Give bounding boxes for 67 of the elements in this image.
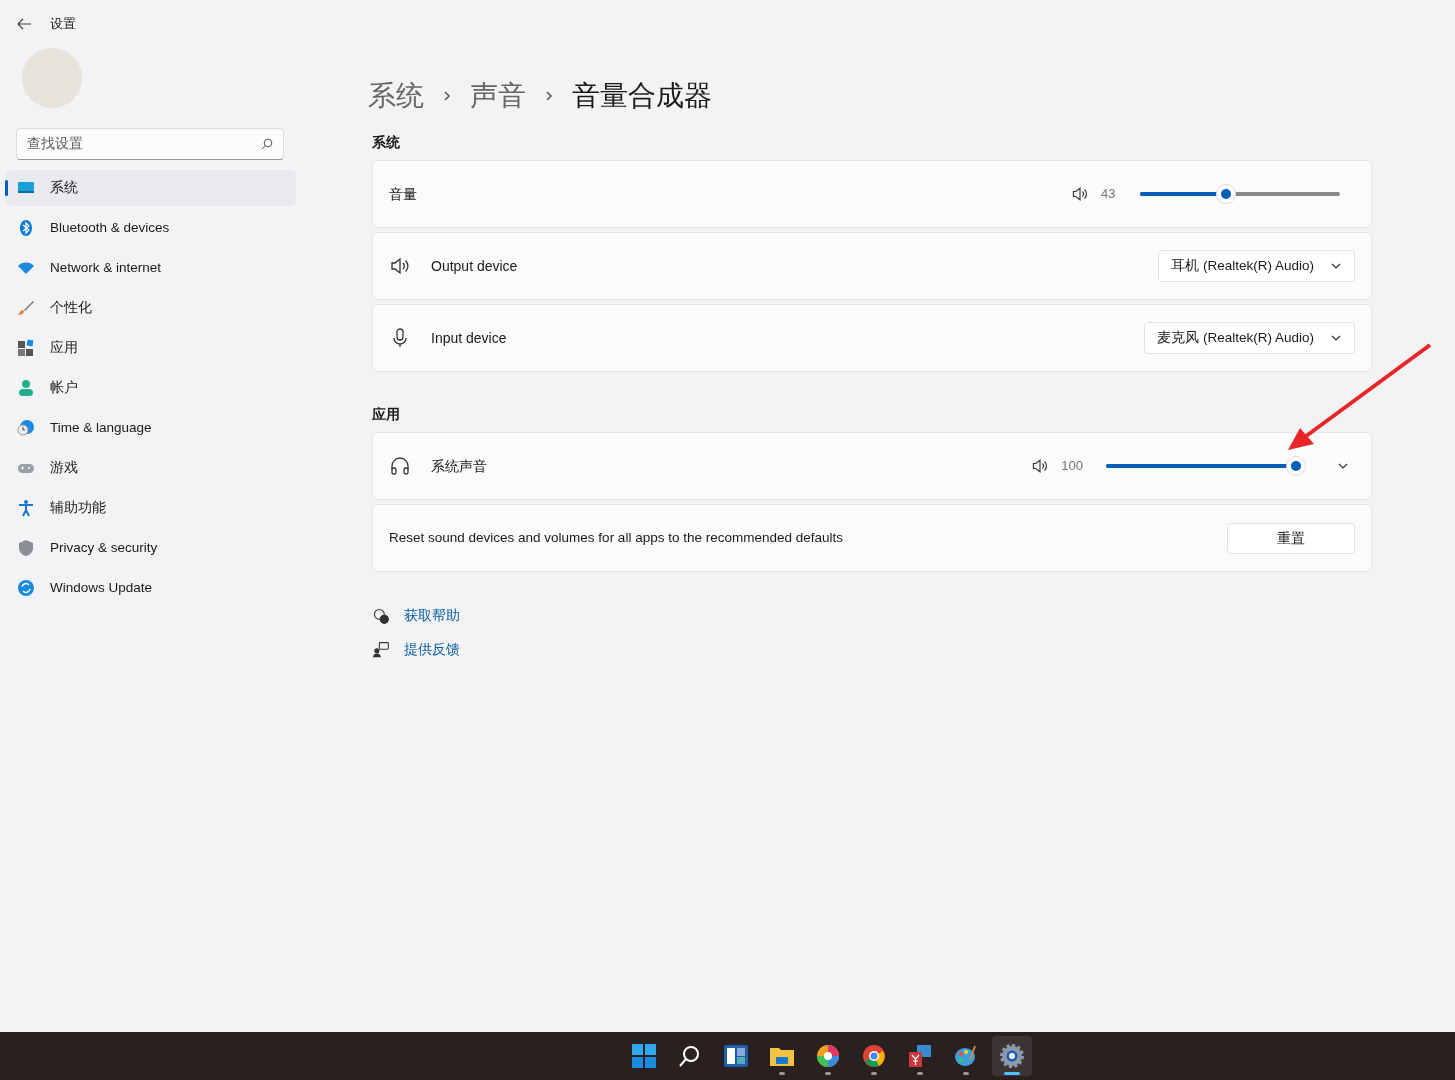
selection-indicator [5, 180, 8, 196]
speaker-icon[interactable] [1071, 185, 1089, 203]
section-heading: 应用 [372, 405, 401, 424]
volume-reading: 43 [1101, 185, 1117, 204]
app-name: 系统声音 [431, 456, 487, 476]
sidebar-item[interactable]: 系统 [5, 170, 296, 206]
headphones-icon [389, 455, 411, 477]
device-dropdown[interactable]: 麦克风 (Realtek(R) Audio) [1144, 322, 1355, 354]
help-link[interactable]: 提供反馈 [404, 640, 460, 661]
running-indicator [962, 1072, 969, 1075]
accessibility-icon [17, 499, 35, 517]
chevron-right-icon [442, 90, 452, 102]
running-indicator [1003, 1072, 1020, 1075]
settings-icon [998, 1043, 1025, 1069]
sidebar-item[interactable]: 游戏 [5, 450, 296, 486]
taskbar-button[interactable] [991, 1036, 1032, 1076]
running-indicator [916, 1072, 923, 1075]
sidebar-item[interactable]: 个性化 [5, 290, 296, 326]
shield-icon [17, 539, 35, 557]
running-indicator [824, 1072, 831, 1075]
currency-app-icon [906, 1043, 933, 1069]
widgets-icon [722, 1043, 749, 1069]
sidebar-item[interactable]: Bluetooth & devices [5, 210, 296, 246]
avatar [22, 48, 82, 108]
bluetooth-icon [17, 219, 35, 237]
reset-description: Reset sound devices and volumes for all apps to the recommended defaults [389, 528, 843, 547]
section-heading: 系统 [372, 133, 401, 152]
apps-icon [17, 339, 35, 357]
window-title: 设置 [50, 15, 76, 33]
sidebar-item[interactable]: Windows Update [5, 570, 296, 606]
row-label: Input device [431, 328, 507, 348]
running-indicator [870, 1072, 877, 1075]
feedback-icon [372, 641, 390, 660]
row-label: Output device [431, 256, 518, 276]
chevron-right-icon [544, 90, 554, 102]
help-link[interactable]: 获取帮助 [404, 606, 460, 627]
sidebar-item[interactable]: 辅助功能 [5, 490, 296, 526]
update-icon [17, 579, 35, 597]
sidebar-item[interactable]: Network & internet [5, 250, 296, 286]
person-icon [17, 379, 35, 397]
windows-logo-icon [630, 1043, 657, 1069]
slider-thumb[interactable] [1286, 456, 1306, 476]
breadcrumb-item[interactable]: 声音 [470, 75, 526, 117]
sidebar-item[interactable]: 帐户 [5, 370, 296, 406]
sidebar-item[interactable]: 应用 [5, 330, 296, 366]
search-field[interactable]: 查找设置 [16, 128, 284, 160]
row-label: 音量 [389, 184, 417, 204]
pinwheel-icon [814, 1043, 841, 1069]
speaker-icon [389, 255, 411, 277]
palette-icon [952, 1043, 979, 1069]
speaker-icon[interactable] [1031, 457, 1050, 475]
search-icon [261, 138, 273, 150]
volume-reading: 100 [1061, 457, 1083, 476]
sidebar-item[interactable]: Privacy & security [5, 530, 296, 566]
help-chat-icon [372, 607, 390, 626]
running-indicator [778, 1072, 785, 1075]
breadcrumb-item[interactable]: 系统 [368, 75, 424, 117]
breadcrumb-item: 音量合成器 [572, 79, 712, 113]
search-input[interactable]: 查找设置 [27, 133, 261, 155]
slider-thumb[interactable] [1216, 184, 1236, 204]
device-dropdown[interactable]: 耳机 (Realtek(R) Audio) [1158, 250, 1355, 282]
brush-icon [17, 299, 35, 317]
back-arrow-icon[interactable] [16, 16, 32, 32]
browser-icon [860, 1043, 887, 1069]
sidebar-item[interactable]: Time & language [5, 410, 296, 446]
reset-button[interactable]: 重置 [1227, 522, 1355, 554]
globe-clock-icon [17, 419, 35, 437]
